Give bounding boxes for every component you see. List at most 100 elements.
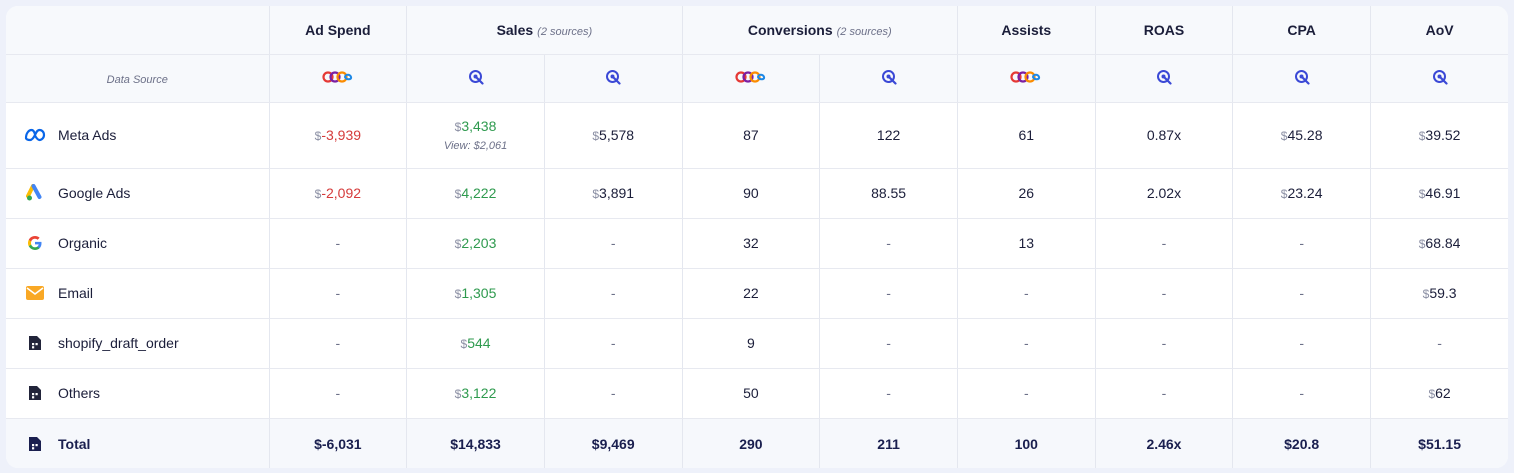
header-ad-spend[interactable]: Ad Spend — [269, 6, 408, 55]
channel-name[interactable]: Email — [58, 285, 93, 301]
document-icon — [24, 332, 46, 354]
empty-value: - — [1023, 335, 1029, 351]
assists-cell-value: 13 — [1018, 235, 1034, 251]
total-value: $-6,031 — [314, 435, 362, 452]
platform-logo-icon[interactable] — [1010, 69, 1042, 85]
sales-tracked-cell: $3,122 — [406, 368, 545, 419]
sales-platform-cell: - — [544, 318, 683, 369]
cell-value: 39.52 — [1425, 127, 1461, 143]
sales-tracked-cell-value: $3,122 — [455, 385, 497, 401]
channel-name[interactable]: Organic — [58, 235, 107, 251]
table-row[interactable]: Google Ads $-2,092 $4,222 $3,891 90 88.55 26 2.… — [6, 168, 1508, 219]
channel-name[interactable]: Others — [58, 385, 100, 401]
sales-tracked-cell: $2,203 — [406, 218, 545, 269]
tracker-logo-icon[interactable] — [605, 69, 621, 85]
platform-logo-icon[interactable] — [735, 69, 767, 85]
table-row[interactable]: Organic - $2,203 - 32 - 13 - - $68.84 — [6, 218, 1508, 269]
attribution-table-card: Ad Spend Sales (2 sources) Conversions (2 … — [6, 6, 1508, 468]
document-icon — [24, 433, 46, 455]
sales-tracked-cell-value: $2,203 — [455, 235, 497, 251]
ad-spend-cell: - — [269, 368, 408, 419]
header-roas[interactable]: ROAS — [1095, 6, 1234, 55]
ad-spend-cell: - — [269, 318, 408, 369]
header-aov[interactable]: AoV — [1370, 6, 1508, 55]
cpa-cell: - — [1232, 318, 1371, 369]
conversions-tracked-cell: 32 — [682, 218, 821, 269]
conversions-tracked-cell: 22 — [682, 268, 821, 319]
channel-name[interactable]: Google Ads — [58, 185, 130, 201]
channel-cell: Organic — [6, 218, 270, 269]
ad-spend-cell-value: $-3,939 — [315, 127, 361, 143]
total-value: 2.46x — [1146, 435, 1182, 452]
header-cpa[interactable]: CPA — [1232, 6, 1371, 55]
tracker-logo-icon[interactable] — [1294, 69, 1310, 85]
data-source-cell — [819, 54, 958, 103]
data-source-label: Data Source — [106, 74, 168, 86]
cell-value: -3,939 — [321, 127, 362, 143]
cell-value: 90 — [743, 185, 759, 201]
assists-cell-value: 26 — [1018, 185, 1034, 201]
header-sales[interactable]: Sales (2 sources) — [406, 6, 683, 55]
tracker-logo-icon[interactable] — [1432, 69, 1448, 85]
assists-cell-value: 61 — [1018, 127, 1034, 143]
channel-name[interactable]: shopify_draft_order — [58, 335, 179, 351]
total-conv-platform-cell: 211 — [819, 418, 958, 468]
total-assists-cell: 100 — [957, 418, 1096, 468]
document-icon — [24, 382, 46, 404]
empty-value: - — [886, 285, 891, 301]
cell-value: 87 — [743, 127, 759, 143]
channel-cell: Google Ads — [6, 168, 270, 219]
cell-value: 9 — [747, 335, 755, 351]
conversions-tracked-cell-value: 22 — [743, 285, 759, 301]
conversions-platform-cell: 122 — [819, 102, 958, 169]
assists-cell: 61 — [957, 102, 1096, 169]
cpa-cell-value: $45.28 — [1281, 127, 1323, 143]
cell-value: 45.28 — [1287, 127, 1323, 143]
table-row[interactable]: Others - $3,122 - 50 - - - - $62 — [6, 368, 1508, 419]
total-label-cell: Total — [6, 418, 270, 468]
sales-platform-cell: - — [544, 368, 683, 419]
empty-value: - — [610, 235, 616, 251]
data-source-cell — [544, 54, 683, 103]
channel-name-wrap: Organic — [24, 232, 269, 254]
conversions-tracked-cell: 9 — [682, 318, 821, 369]
sales-tracked-cell-value: $544 — [461, 335, 491, 351]
ad-spend-cell: $-2,092 — [269, 168, 408, 219]
sales-tracked-cell: $3,438 View: $2,061 — [406, 102, 545, 169]
cell-value: 88.55 — [871, 185, 907, 201]
sales-tracked-cell: $1,305 — [406, 268, 545, 319]
cell-value: 4,222 — [461, 185, 497, 201]
empty-value: - — [610, 385, 616, 401]
data-source-cell — [269, 54, 408, 103]
tracker-logo-icon[interactable] — [881, 69, 897, 85]
empty-value: - — [886, 335, 891, 351]
data-source-cell — [406, 54, 545, 103]
header-conversions-note: (2 sources) — [836, 25, 892, 38]
cell-value: 122 — [876, 127, 901, 143]
tracker-logo-icon[interactable] — [1156, 69, 1172, 85]
header-conversions[interactable]: Conversions (2 sources) — [682, 6, 958, 55]
channel-name-wrap: shopify_draft_order — [24, 332, 269, 354]
empty-value: - — [1023, 285, 1029, 301]
table-row[interactable]: Email - $1,305 - 22 - - - - $59.3 — [6, 268, 1508, 319]
ad-spend-cell-value: $-2,092 — [315, 185, 361, 201]
table-row[interactable]: shopify_draft_order - $544 - 9 - - - - - — [6, 318, 1508, 369]
table-row[interactable]: Meta Ads $-3,939 $3,438 View: $2,061 $5,578 8… — [6, 102, 1508, 169]
aov-cell: - — [1370, 318, 1508, 369]
tracker-logo-icon[interactable] — [468, 69, 484, 85]
sales-tracked-cell-value: $1,305 — [455, 285, 497, 301]
platform-logo-icon[interactable] — [322, 69, 354, 85]
total-sales-tracked-cell: $14,833 — [406, 418, 545, 468]
data-source-cell — [1370, 54, 1508, 103]
channel-name-wrap: Others — [24, 382, 269, 404]
ad-spend-cell: - — [269, 268, 408, 319]
channel-name[interactable]: Meta Ads — [58, 127, 116, 143]
cell-value: 62 — [1435, 385, 1451, 401]
ad-spend-cell: $-3,939 — [269, 102, 408, 169]
empty-value: - — [610, 285, 616, 301]
empty-value: - — [1437, 335, 1442, 351]
header-assists[interactable]: Assists — [957, 6, 1096, 55]
roas-cell: - — [1095, 218, 1234, 269]
total-value: $14,833 — [450, 435, 501, 452]
conversions-tracked-cell-value: 87 — [743, 127, 759, 143]
